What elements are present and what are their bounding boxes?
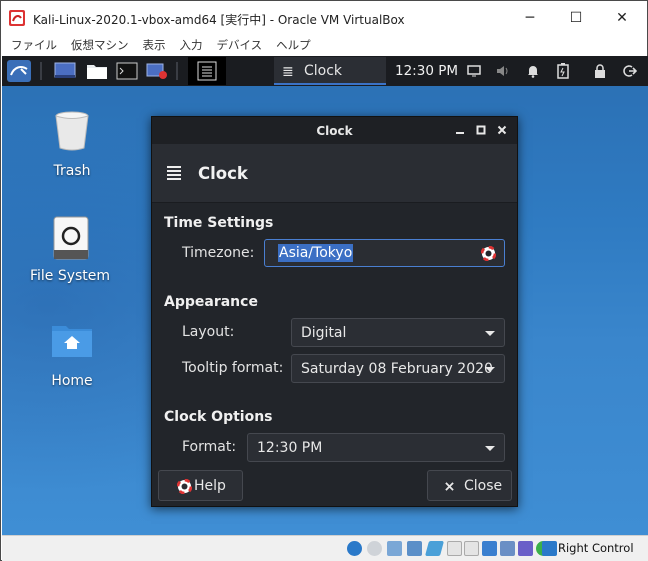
desktop-icon-home[interactable]: Home: [27, 320, 117, 400]
file-manager-icon[interactable]: [84, 59, 110, 83]
host-key-label: Right Control: [558, 541, 634, 555]
format-value: 12:30 PM: [257, 440, 323, 456]
format-dropdown[interactable]: 12:30 PM: [247, 433, 505, 462]
chevron-down-icon: [485, 331, 495, 336]
dialog-header: Clock: [152, 144, 517, 203]
recording-icon[interactable]: [482, 541, 497, 556]
logout-icon[interactable]: [621, 62, 639, 80]
network-icon[interactable]: [407, 541, 422, 556]
window-menu-icon[interactable]: [188, 57, 226, 85]
close-button[interactable]: Close: [427, 470, 512, 501]
menu-view[interactable]: 表示: [143, 37, 166, 53]
show-desktop-icon[interactable]: [52, 59, 78, 83]
section-clock-options: Clock Options: [164, 409, 273, 425]
taskbar-label: Clock: [304, 63, 343, 79]
host-menubar: ファイル 仮想マシン 表示 入力 デバイス ヘルプ: [1, 35, 647, 55]
home-folder-icon: [52, 326, 92, 357]
list-icon: ≣: [282, 64, 294, 80]
help-button[interactable]: Help: [158, 470, 243, 501]
audio-icon[interactable]: [387, 541, 402, 556]
panel-clock[interactable]: 12:30 PM: [395, 63, 458, 79]
cpu-icon[interactable]: [518, 541, 533, 556]
desktop-icon-label: Home: [51, 373, 93, 389]
dialog-titlebar[interactable]: Clock: [152, 117, 517, 144]
dialog-minimize-button[interactable]: [452, 122, 468, 138]
desktop-icon-label: Trash: [53, 163, 91, 179]
close-button-label: Close: [464, 478, 503, 494]
minimize-button[interactable]: ─: [507, 1, 553, 35]
layout-label: Layout:: [182, 324, 235, 340]
hard-disk-icon[interactable]: [347, 541, 362, 556]
shared-folders-icon[interactable]: [447, 541, 462, 556]
virtualization-icon[interactable]: [500, 541, 515, 556]
optical-drive-icon[interactable]: [367, 541, 382, 556]
panel-separator: [176, 62, 178, 80]
battery-icon[interactable]: [554, 62, 572, 80]
taskbar-clock-window[interactable]: ≣ Clock: [274, 57, 386, 85]
lock-icon[interactable]: [591, 62, 609, 80]
menu-input[interactable]: 入力: [180, 37, 203, 53]
desktop-icon-trash[interactable]: Trash: [27, 108, 117, 188]
maximize-button[interactable]: ☐: [553, 1, 599, 35]
tooltip-format-value: Saturday 08 February 2020: [301, 361, 493, 377]
terminal-icon[interactable]: [114, 59, 140, 83]
host-titlebar: Kali-Linux-2020.1-vbox-amd64 [実行中] - Ora…: [1, 1, 647, 35]
chevron-down-icon: [485, 367, 495, 372]
display-icon[interactable]: [465, 62, 483, 80]
host-window-title: Kali-Linux-2020.1-vbox-amd64 [実行中] - Ora…: [33, 13, 405, 27]
screen-recorder-icon[interactable]: [144, 59, 170, 83]
volume-icon[interactable]: [494, 62, 512, 80]
timezone-label: Timezone:: [182, 245, 255, 261]
menu-machine[interactable]: 仮想マシン: [71, 37, 129, 53]
layout-dropdown[interactable]: Digital: [291, 318, 505, 347]
trash-icon: [55, 111, 89, 151]
top-panel: ≣ Clock 12:30 PM: [2, 56, 648, 86]
drive-icon: [53, 216, 89, 260]
list-icon: [167, 166, 181, 180]
display-icon[interactable]: [464, 541, 479, 556]
section-time-settings: Time Settings: [164, 215, 274, 231]
close-icon: [445, 482, 454, 491]
keyboard-capture-icon[interactable]: [542, 541, 557, 556]
desktop-icon-file-system[interactable]: File System: [25, 214, 115, 294]
menu-file[interactable]: ファイル: [11, 37, 57, 53]
timezone-input[interactable]: Asia/Tokyo: [264, 239, 505, 267]
notifications-icon[interactable]: [524, 62, 542, 80]
usb-icon[interactable]: [424, 541, 445, 556]
virtualbox-window: Kali-Linux-2020.1-vbox-amd64 [実行中] - Ora…: [0, 0, 648, 561]
chevron-down-icon: [485, 446, 495, 451]
layout-value: Digital: [301, 325, 347, 341]
desktop-icon-label: File System: [29, 268, 111, 284]
tooltip-format-label: Tooltip format:: [182, 360, 284, 376]
kali-vm-icon: [9, 10, 25, 26]
guest-desktop[interactable]: ≣ Clock 12:30 PM Trash File System Home …: [2, 56, 648, 535]
tooltip-format-dropdown[interactable]: Saturday 08 February 2020: [291, 354, 505, 383]
timezone-value: Asia/Tokyo: [278, 244, 354, 262]
help-lifebuoy-icon[interactable]: [481, 246, 496, 261]
section-appearance: Appearance: [164, 294, 258, 310]
dialog-maximize-button[interactable]: [473, 122, 489, 138]
format-label: Format:: [182, 439, 237, 455]
menu-devices[interactable]: デバイス: [217, 37, 263, 53]
panel-separator: [40, 62, 42, 80]
dialog-header-title: Clock: [198, 164, 248, 183]
menu-help[interactable]: ヘルプ: [276, 37, 311, 53]
host-statusbar: Right Control: [2, 535, 648, 561]
help-button-label: Help: [194, 478, 226, 494]
clock-settings-dialog: Clock Clock Time Settings Timezone: Asia…: [151, 116, 518, 507]
close-window-button[interactable]: ✕: [599, 1, 645, 35]
dialog-close-button[interactable]: [494, 122, 510, 138]
help-lifebuoy-icon: [177, 479, 192, 494]
kali-menu-icon[interactable]: [6, 59, 32, 83]
